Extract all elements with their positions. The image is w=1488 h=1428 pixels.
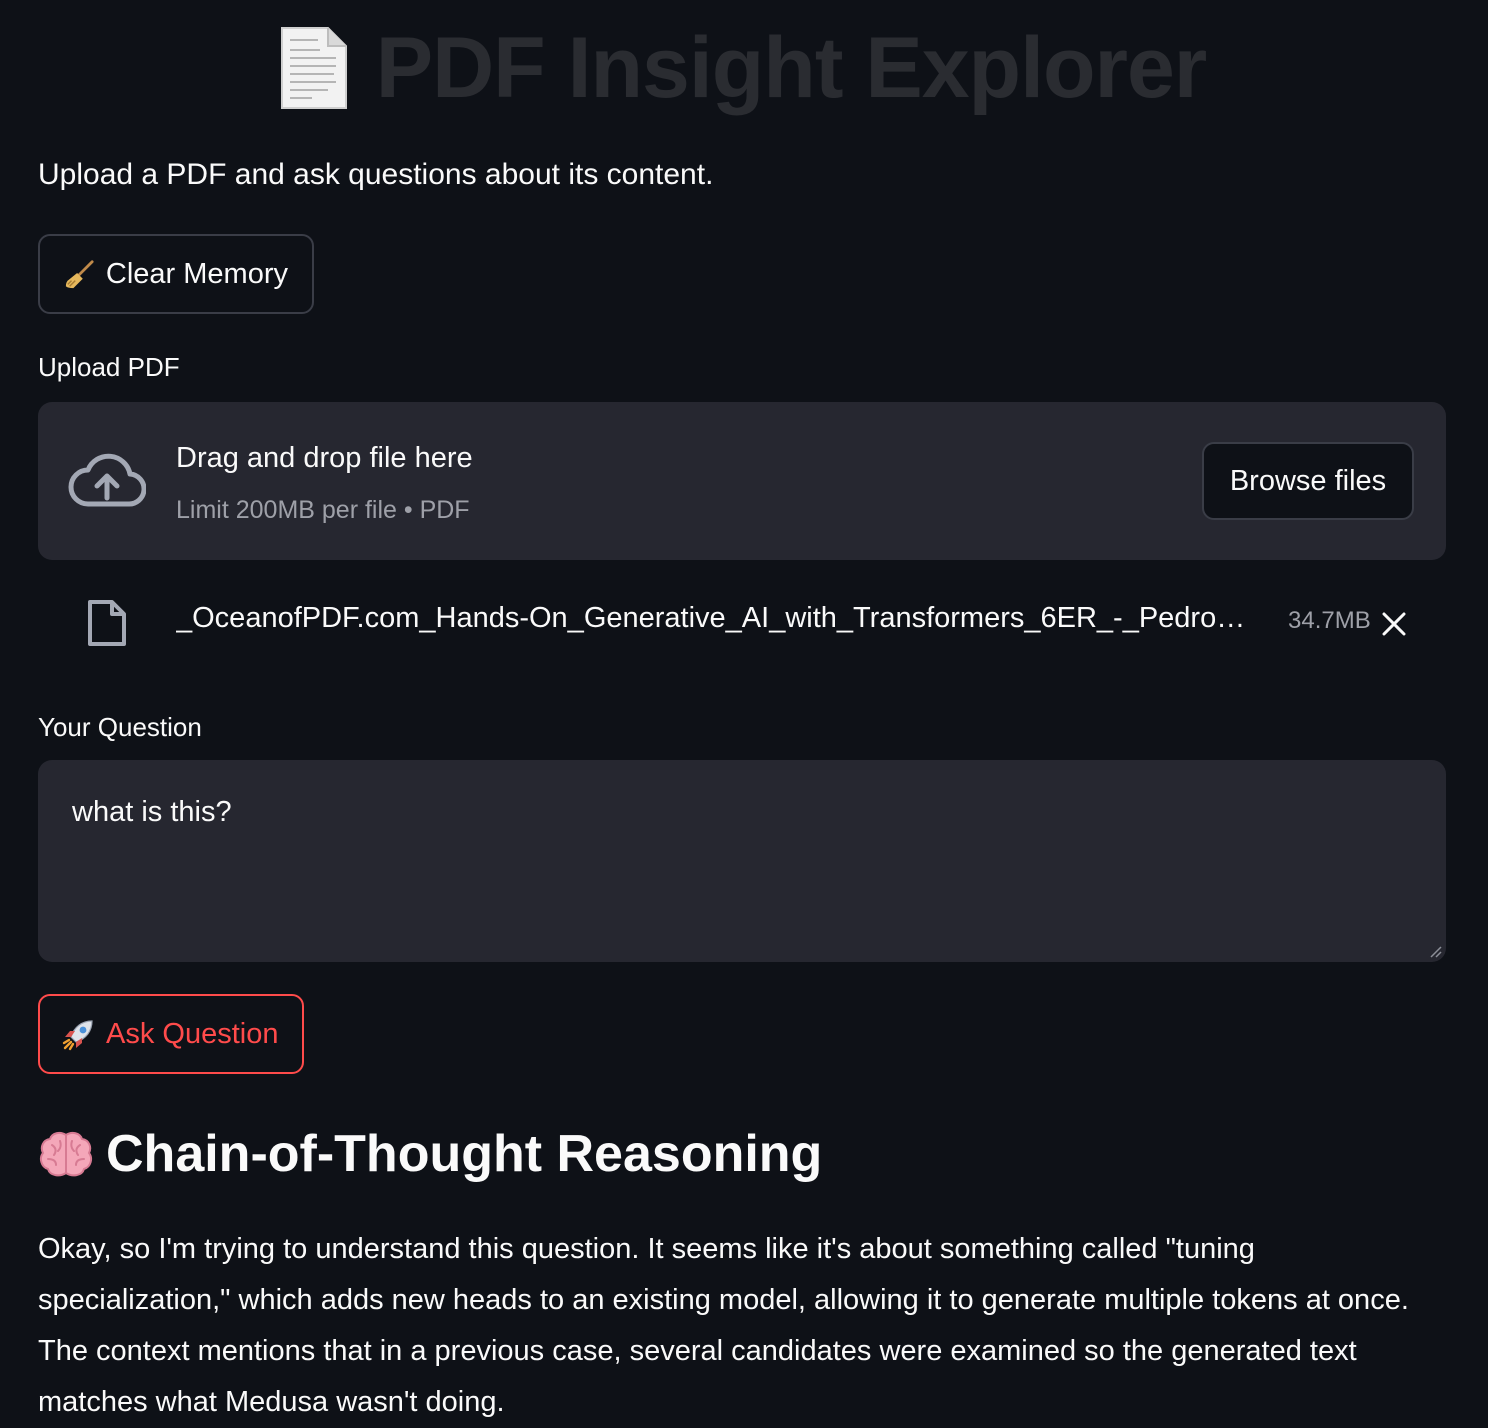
- close-icon[interactable]: [1378, 608, 1410, 640]
- upload-label: Upload PDF: [38, 352, 180, 382]
- dropzone-limit: Limit 200MB per file • PDF: [176, 496, 470, 524]
- uploaded-file-item: _OceanofPDF.com_Hands-On_Generative_AI_w…: [38, 588, 1446, 658]
- clear-memory-label: Clear Memory: [105, 257, 288, 290]
- uploaded-file-size: 34.7MB: [1288, 607, 1371, 634]
- file-icon: [88, 600, 126, 646]
- reasoning-heading: Chain-of-Thought Reasoning: [38, 1124, 822, 1184]
- page-subtitle: Upload a PDF and ask questions about its…: [38, 158, 714, 191]
- page-title: PDF Insight Explorer: [375, 20, 1208, 116]
- ask-question-button[interactable]: Ask Question: [38, 994, 304, 1074]
- ask-question-label: Ask Question: [106, 1017, 279, 1050]
- rocket-icon: [62, 1020, 93, 1051]
- browse-files-button[interactable]: Browse files: [1202, 442, 1414, 520]
- question-label: Your Question: [38, 712, 202, 742]
- dropzone-instructions: Drag and drop file here: [176, 442, 473, 474]
- resize-handle-icon[interactable]: [1428, 944, 1442, 958]
- brain-icon: [39, 1131, 93, 1177]
- uploaded-file-name: _OceanofPDF.com_Hands-On_Generative_AI_w…: [176, 602, 1246, 634]
- reasoning-title: Chain-of-Thought Reasoning: [106, 1125, 823, 1183]
- question-value: what is this?: [72, 796, 232, 828]
- reasoning-text: Okay, so I'm trying to understand this q…: [38, 1233, 1409, 1418]
- page-header: PDF Insight Explorer: [38, 18, 1446, 118]
- cloud-upload-icon: [68, 453, 146, 507]
- page-facing-up-icon: [280, 27, 347, 109]
- broom-icon: [65, 260, 94, 289]
- file-dropzone[interactable]: Drag and drop file here Limit 200MB per …: [38, 402, 1446, 560]
- question-textarea[interactable]: what is this?: [38, 760, 1446, 962]
- clear-memory-button[interactable]: Clear Memory: [38, 234, 314, 314]
